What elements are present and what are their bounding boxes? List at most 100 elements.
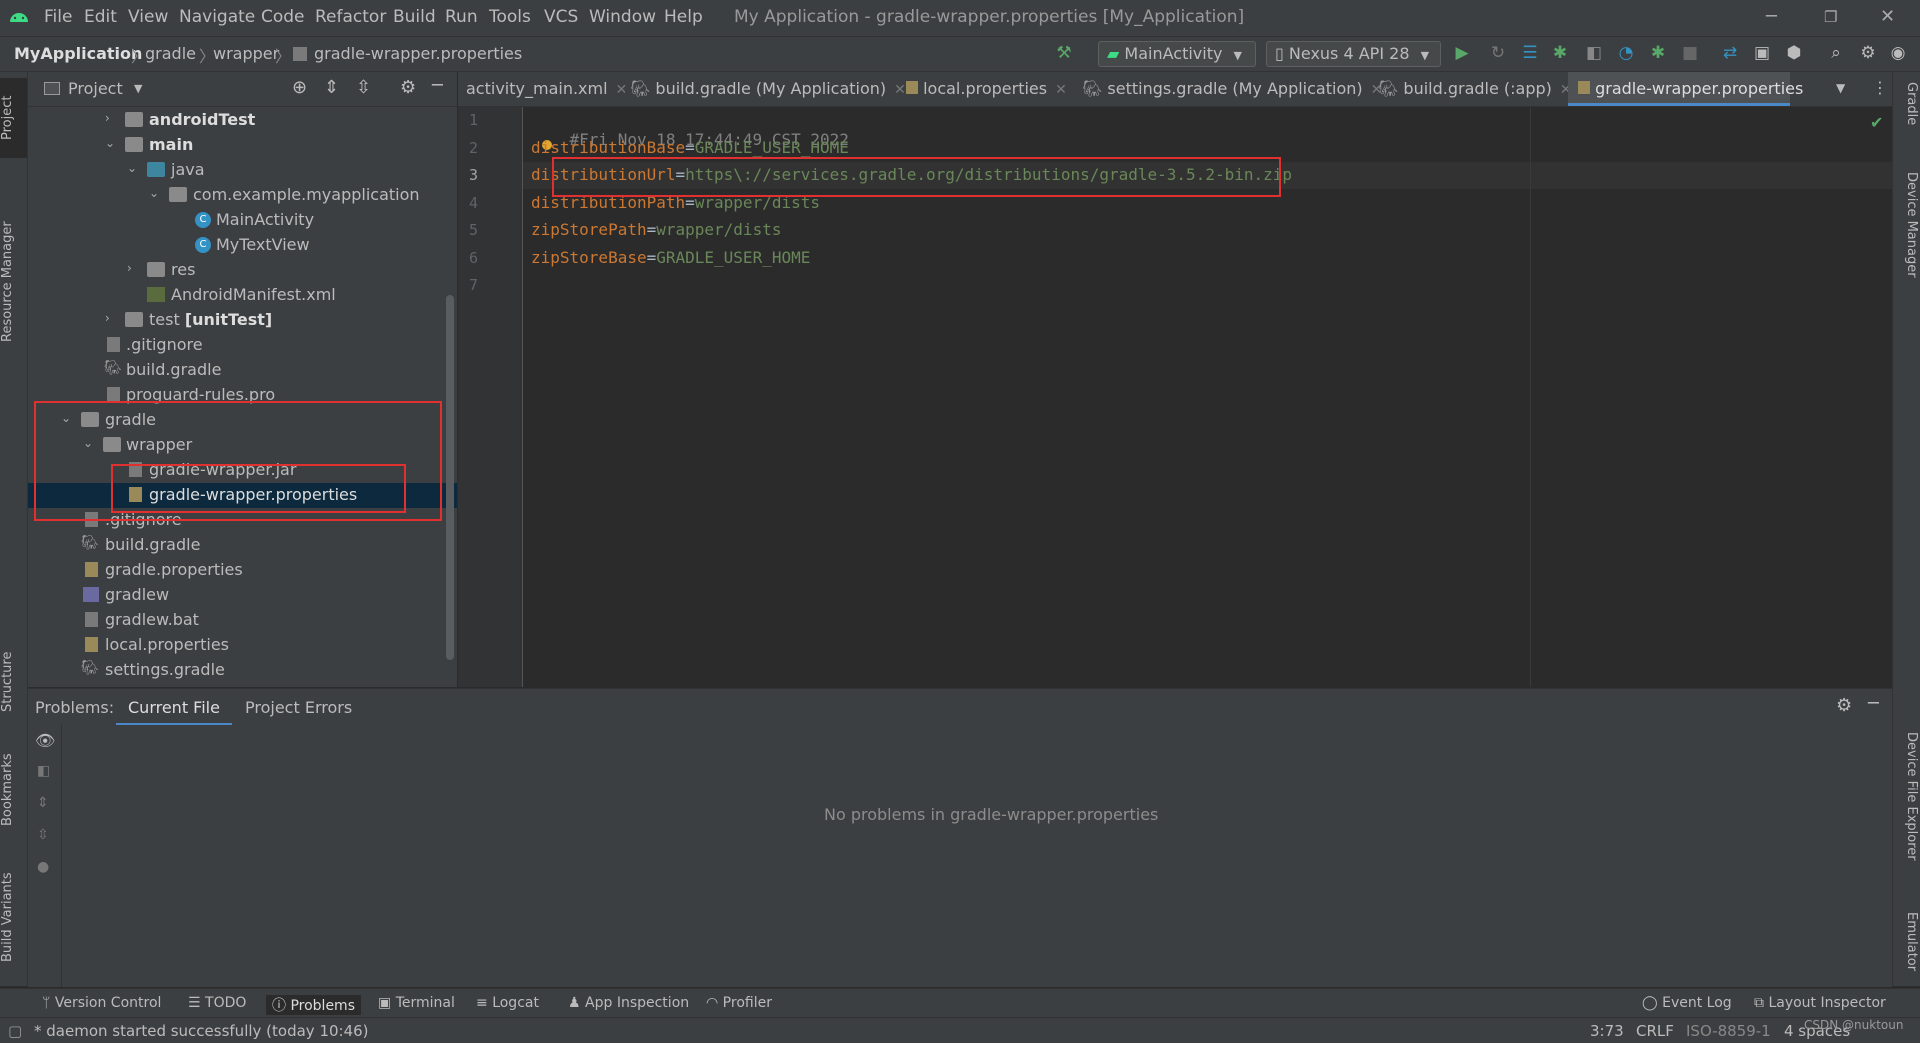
profile-icon[interactable]: ◔ bbox=[1616, 43, 1636, 63]
menu-vcs[interactable]: VCS bbox=[544, 7, 578, 27]
eye-icon[interactable]: 👁︎ bbox=[35, 731, 55, 750]
menu-navigate[interactable]: Navigate bbox=[179, 7, 255, 27]
search-icon[interactable]: ⌕ bbox=[1826, 43, 1846, 63]
menu-window[interactable]: Window bbox=[589, 7, 656, 27]
locate-icon[interactable]: ⊕ bbox=[292, 77, 307, 98]
tool-terminal[interactable]: ▣ Terminal bbox=[378, 995, 455, 1011]
tree-item-build-gradle[interactable]: 🐘︎ build.gradle bbox=[28, 358, 448, 383]
line-separator[interactable]: CRLF bbox=[1636, 1022, 1674, 1040]
tab-gradle[interactable]: Gradle bbox=[1895, 82, 1919, 152]
menu-file[interactable]: File bbox=[44, 7, 72, 27]
tree-item-wrapper[interactable]: ⌄ wrapper bbox=[28, 433, 448, 458]
menu-view[interactable]: View bbox=[128, 7, 168, 27]
editor-tab[interactable]: 🐘︎ build.gradle (:app) ✕ bbox=[1378, 72, 1572, 106]
tree-item-settings-gradle[interactable]: 🐘︎ settings.gradle bbox=[28, 658, 448, 683]
expand-all-icon[interactable]: ⇕ bbox=[37, 795, 49, 811]
chevron-right-icon[interactable]: › bbox=[127, 261, 132, 275]
file-encoding[interactable]: ISO-8859-1 bbox=[1686, 1022, 1771, 1040]
close-tab-icon[interactable]: ✕ bbox=[1055, 82, 1067, 98]
coverage-icon[interactable]: ☰ bbox=[1520, 43, 1540, 63]
tree-item-wrapper-properties[interactable]: gradle-wrapper.properties bbox=[28, 483, 457, 508]
chevron-right-icon[interactable]: › bbox=[105, 111, 110, 125]
tree-item-gradlew-bat[interactable]: gradlew.bat bbox=[28, 608, 448, 633]
chevron-right-icon[interactable]: › bbox=[105, 311, 110, 325]
tool-profiler[interactable]: ◠ Profiler bbox=[706, 995, 772, 1011]
run-config-selector[interactable]: ▰ MainActivity ▼ bbox=[1098, 41, 1256, 67]
tree-item-local-properties[interactable]: local.properties bbox=[28, 633, 448, 658]
sdk-manager-icon[interactable]: ⬢ bbox=[1784, 43, 1804, 63]
project-view-label[interactable]: Project bbox=[68, 79, 123, 98]
sync-gradle-icon[interactable]: ⇄ bbox=[1720, 43, 1740, 63]
tree-item-proguard[interactable]: proguard-rules.pro bbox=[28, 383, 448, 408]
chevron-down-icon[interactable]: ⌄ bbox=[105, 136, 115, 150]
tool-todo[interactable]: ☰ TODO bbox=[188, 995, 246, 1011]
editor-tab[interactable]: 🐘︎ settings.gradle (My Application) ✕ bbox=[1082, 72, 1382, 106]
debug-icon[interactable]: ✱ bbox=[1550, 43, 1570, 63]
restore-icon[interactable]: ❐ bbox=[1824, 8, 1837, 26]
menu-build[interactable]: Build bbox=[393, 7, 436, 27]
tab-project-errors[interactable]: Project Errors bbox=[245, 698, 352, 717]
tab-project[interactable]: Project bbox=[0, 78, 27, 158]
tree-item-wrapper-jar[interactable]: gradle-wrapper.jar bbox=[28, 458, 448, 483]
run-icon[interactable]: ▶ bbox=[1452, 43, 1472, 63]
stop-icon[interactable]: ■ bbox=[1680, 43, 1700, 63]
tree-item-test[interactable]: › test [unitTest] bbox=[28, 308, 448, 333]
tree-item-root-gitignore[interactable]: .gitignore bbox=[28, 508, 448, 533]
panel-toggle-icon[interactable]: ▢ bbox=[8, 1022, 22, 1040]
device-manager-icon[interactable]: ▣ bbox=[1752, 43, 1772, 63]
editor-tab[interactable]: local.properties ✕ bbox=[906, 72, 1067, 106]
close-tab-icon[interactable]: ✕ bbox=[894, 82, 906, 98]
tree-item-mainactivity[interactable]: C MainActivity bbox=[28, 208, 448, 233]
close-icon[interactable]: ✕ bbox=[1880, 6, 1895, 27]
menu-tools[interactable]: Tools bbox=[489, 7, 531, 27]
gear-icon[interactable]: ⚙ bbox=[1858, 43, 1878, 63]
breadcrumb-file[interactable]: gradle-wrapper.properties bbox=[314, 44, 522, 63]
tool-problems[interactable]: ⓘ Problems bbox=[266, 995, 361, 1015]
apply-changes-icon[interactable]: ↻ bbox=[1488, 43, 1508, 63]
breadcrumb-gradle[interactable]: gradle bbox=[145, 44, 196, 63]
minimize-icon[interactable]: ─ bbox=[1766, 6, 1777, 27]
collapse-all-icon[interactable]: ⇳ bbox=[37, 827, 49, 843]
chevron-down-icon[interactable]: ▼ bbox=[1836, 81, 1845, 95]
breadcrumb-wrapper[interactable]: wrapper bbox=[213, 44, 279, 63]
more-options-icon[interactable]: ⋮ bbox=[1872, 78, 1888, 97]
collapse-all-icon[interactable]: ⇳ bbox=[356, 77, 371, 98]
gear-icon[interactable]: ⚙ bbox=[1836, 695, 1852, 716]
chevron-down-icon[interactable]: ▼ bbox=[134, 82, 142, 95]
device-selector[interactable]: ▯ Nexus 4 API 28 ▼ bbox=[1266, 41, 1441, 67]
preview-icon[interactable]: ◧ bbox=[37, 763, 50, 779]
attach-process-icon[interactable]: ✱ bbox=[1648, 43, 1668, 63]
tool-layout-inspector[interactable]: ⧉ Layout Inspector bbox=[1754, 995, 1886, 1011]
tree-item-androidtest[interactable]: › androidTest bbox=[28, 108, 448, 133]
tool-version-control[interactable]: ᛘ Version Control bbox=[42, 995, 161, 1011]
caret-position[interactable]: 3:73 bbox=[1590, 1022, 1624, 1040]
tree-item-mytextview[interactable]: C MyTextView bbox=[28, 233, 448, 258]
chevron-down-icon[interactable]: ⌄ bbox=[149, 186, 159, 200]
tree-item-gradle[interactable]: ⌄ gradle bbox=[28, 408, 448, 433]
tree-item-gitignore[interactable]: .gitignore bbox=[28, 333, 448, 358]
tree-item-gradlew[interactable]: gradlew bbox=[28, 583, 448, 608]
hide-panel-icon[interactable]: ─ bbox=[432, 75, 443, 96]
menu-code[interactable]: Code bbox=[261, 7, 305, 27]
tab-device-manager[interactable]: Device Manager bbox=[1895, 172, 1919, 372]
hammer-build-icon[interactable]: ⚒ bbox=[1054, 43, 1074, 63]
tree-item-main[interactable]: ⌄ main bbox=[28, 133, 448, 158]
project-tree-scrollbar[interactable] bbox=[446, 295, 454, 660]
menu-help[interactable]: Help bbox=[664, 7, 703, 27]
tree-item-java[interactable]: ⌄ java bbox=[28, 158, 448, 183]
tree-item-gradle-properties[interactable]: gradle.properties bbox=[28, 558, 448, 583]
editor-tab[interactable]: activity_main.xml ✕ bbox=[466, 72, 627, 106]
tool-logcat[interactable]: ≡ Logcat bbox=[476, 995, 539, 1011]
expand-all-icon[interactable]: ⇕ bbox=[324, 77, 339, 98]
chevron-down-icon[interactable]: ⌄ bbox=[127, 161, 137, 175]
tab-current-file[interactable]: Current File bbox=[116, 698, 232, 726]
account-icon[interactable]: ◉ bbox=[1888, 43, 1908, 63]
bulb-icon[interactable]: ● bbox=[37, 859, 49, 875]
attach-debugger-icon[interactable]: ◧ bbox=[1584, 43, 1604, 63]
tree-item-package[interactable]: ⌄ com.example.myapplication bbox=[28, 183, 448, 208]
code-editor[interactable]: ✔ #Fri Nov 18 17:44:49 CST 2022 distribu… bbox=[523, 107, 1892, 687]
tab-resource-manager[interactable]: Resource Manager bbox=[0, 172, 27, 392]
tool-event-log[interactable]: ◯ Event Log bbox=[1642, 995, 1732, 1011]
tree-item-root-build-gradle[interactable]: 🐘︎ build.gradle bbox=[28, 533, 448, 558]
tab-bookmarks[interactable]: Bookmarks bbox=[0, 740, 27, 840]
